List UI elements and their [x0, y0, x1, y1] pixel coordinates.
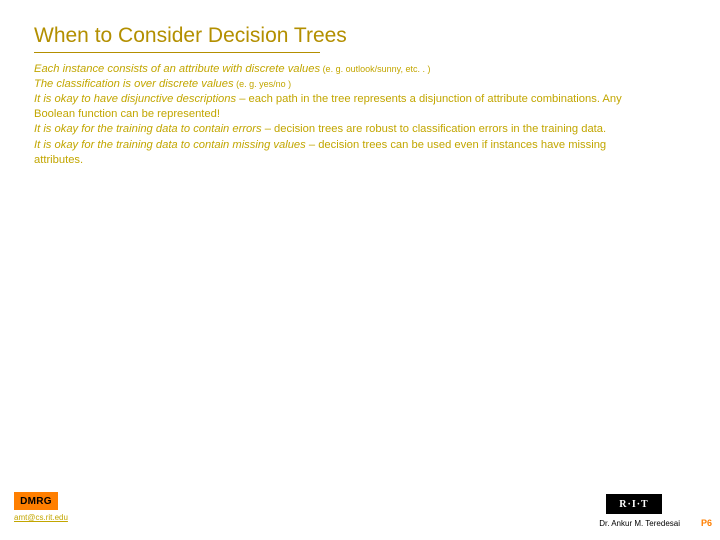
- body-text: Each instance consists of an attribute w…: [34, 62, 654, 168]
- bullet-1: The classification is over discrete valu…: [34, 77, 654, 92]
- slide-title: When to Consider Decision Trees: [34, 24, 347, 48]
- bullet-2-em: It is okay to have disjunctive descripti…: [34, 93, 236, 105]
- bullet-0-em: Each instance consists of an attribute w…: [34, 63, 320, 75]
- slide: When to Consider Decision Trees Each ins…: [0, 0, 720, 540]
- bullet-1-em: The classification is over discrete valu…: [34, 78, 234, 90]
- author-name: Dr. Ankur M. Teredesai: [599, 519, 680, 528]
- dmrg-logo: DMRG: [14, 492, 58, 510]
- bullet-3: It is okay for the training data to cont…: [34, 122, 654, 137]
- bullet-4: It is okay for the training data to cont…: [34, 138, 654, 168]
- bullet-2: It is okay to have disjunctive descripti…: [34, 92, 654, 122]
- bullet-3-rest: – decision trees are robust to classific…: [262, 123, 607, 135]
- title-underline: [34, 52, 320, 53]
- rit-logo: R·I·T: [606, 494, 662, 514]
- rit-logo-text: R·I·T: [619, 499, 648, 510]
- email-link[interactable]: amt@cs.rit.edu: [14, 513, 68, 522]
- bullet-4-em: It is okay for the training data to cont…: [34, 139, 306, 151]
- bullet-0-small: (e. g. outlook/sunny, etc. . ): [320, 64, 430, 74]
- bullet-3-em: It is okay for the training data to cont…: [34, 123, 262, 135]
- bullet-1-small: (e. g. yes/no ): [234, 79, 292, 89]
- page-number: P6: [701, 518, 712, 528]
- dmrg-logo-text: DMRG: [20, 496, 52, 507]
- bullet-0: Each instance consists of an attribute w…: [34, 62, 654, 77]
